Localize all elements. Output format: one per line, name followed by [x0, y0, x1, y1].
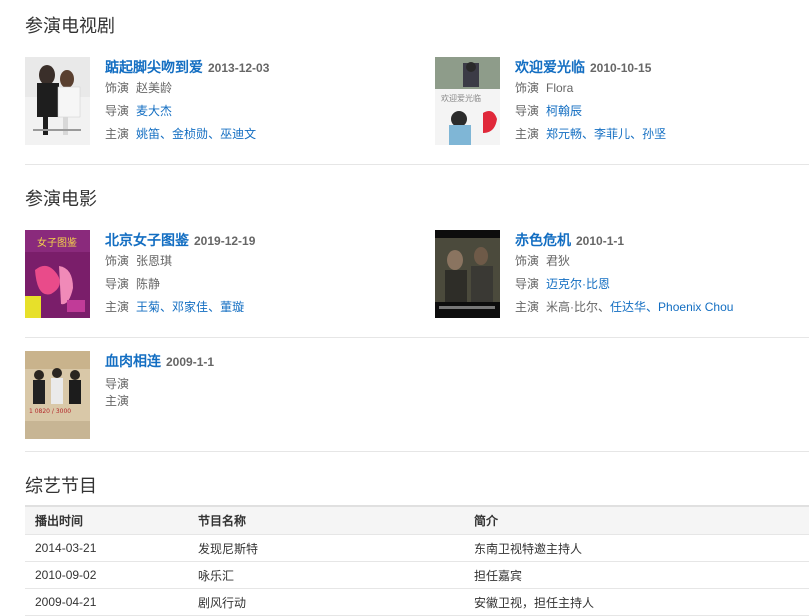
- director-label: 导演: [105, 104, 130, 118]
- tv-date: 2010-10-15: [590, 61, 652, 75]
- table-row: 2014-03-21 发现尼斯特 东南卫视特邀主持人: [25, 534, 809, 562]
- cast-label: 主演: [105, 127, 130, 141]
- cast-label: 主演: [515, 127, 540, 141]
- section-divider: [25, 164, 809, 165]
- movie-item: 1 0820 / 3000 血肉相连 2009-1-1 导演 主演: [25, 351, 415, 441]
- movie-date: 2019-12-19: [194, 234, 256, 248]
- tv-poster[interactable]: [25, 57, 90, 145]
- cast-label: 主演: [105, 300, 130, 314]
- table-header-row: 播出时间 节目名称 简介: [25, 505, 809, 535]
- item-divider: [25, 337, 809, 338]
- cast-label: 主演: [105, 394, 130, 408]
- cast-link[interactable]: 金桢勋: [172, 127, 208, 141]
- cast-link[interactable]: 李菲儿: [594, 127, 630, 141]
- cast-link[interactable]: 巫迪文: [220, 127, 256, 141]
- description-cell: 东南卫视特邀主持人: [464, 534, 809, 562]
- program-name-cell: 发现尼斯特: [188, 534, 464, 562]
- tv-poster[interactable]: 欢迎爱光临: [435, 57, 500, 145]
- role-label: 饰演: [105, 254, 130, 268]
- role-label: 饰演: [515, 81, 540, 95]
- director-link[interactable]: 迈克尔·比恩: [546, 277, 610, 291]
- movie-poster[interactable]: 女子图鉴: [25, 230, 90, 318]
- column-header: 简介: [464, 505, 809, 535]
- cast-link[interactable]: 郑元畅: [546, 127, 582, 141]
- description-cell: 担任嘉宾: [464, 561, 809, 589]
- movie-title-link[interactable]: 北京女子图鉴: [105, 232, 189, 248]
- column-header: 节目名称: [188, 505, 464, 535]
- role-value: 张恩琪: [136, 254, 173, 268]
- movie-item: 女子图鉴 北京女子图鉴 2019-12-19 饰演 张恩琪 导演 陈静 主演 王菊、邓家…: [25, 230, 415, 320]
- movie-date: 2009-1-1: [166, 355, 215, 369]
- director-label: 导演: [105, 377, 130, 391]
- description-cell: 安徽卫视，担任主持人: [464, 588, 809, 616]
- role-label: 饰演: [105, 81, 130, 95]
- tv-item: 踮起脚尖吻到爱 2013-12-03 饰演 赵美龄 导演 麦大杰 主演 姚笛、金桢勋、巫…: [25, 57, 415, 147]
- poster-title-text: 女子图鉴: [37, 236, 77, 249]
- variety-table: 播出时间 节目名称 简介 2014-03-21 发现尼斯特 东南卫视特邀主持人 …: [25, 505, 809, 616]
- role-value: 君狄: [546, 254, 571, 268]
- cast-link[interactable]: 董璇: [220, 300, 244, 314]
- director-value: 陈静: [136, 277, 161, 291]
- movie-poster[interactable]: 1 0820 / 3000: [25, 351, 90, 439]
- movie-item: 赤色危机 2010-1-1 饰演 君狄 导演 迈克尔·比恩 主演 米高·比尔、任达华、P…: [435, 230, 809, 320]
- cast-link[interactable]: 邓家佳: [172, 300, 208, 314]
- program-name-cell: 咏乐汇: [188, 561, 464, 589]
- cast-link[interactable]: 王菊: [136, 300, 160, 314]
- air-date-cell: 2010-09-02: [25, 561, 188, 589]
- director-link[interactable]: 麦大杰: [136, 104, 172, 118]
- role-label: 饰演: [515, 254, 540, 268]
- movie-title-link[interactable]: 血肉相连: [105, 353, 161, 369]
- director-label: 导演: [515, 277, 540, 291]
- tv-title-link[interactable]: 欢迎爱光临: [515, 59, 585, 75]
- poster-title-text: 欢迎爱光临: [441, 93, 481, 103]
- poster-title-text: 1 0820 / 3000: [29, 408, 71, 415]
- movie-title-link[interactable]: 赤色危机: [515, 232, 571, 248]
- cast-link[interactable]: 姚笛: [136, 127, 160, 141]
- cast-link[interactable]: 任达华: [610, 300, 646, 314]
- cast-link[interactable]: 孙坚: [642, 127, 666, 141]
- director-link[interactable]: 柯翰辰: [546, 104, 582, 118]
- cast-link[interactable]: Phoenix Chou: [658, 300, 733, 314]
- program-name-cell: 剧风行动: [188, 588, 464, 616]
- section-divider: [25, 451, 809, 452]
- cast-label: 主演: [515, 300, 540, 314]
- tv-date: 2013-12-03: [208, 61, 270, 75]
- role-value: Flora: [546, 81, 574, 95]
- movie-poster[interactable]: [435, 230, 500, 318]
- movie-section-title: 参演电影: [25, 189, 97, 209]
- role-value: 赵美龄: [136, 81, 173, 95]
- table-row: 2009-04-21 剧风行动 安徽卫视，担任主持人: [25, 588, 809, 616]
- tv-title-link[interactable]: 踮起脚尖吻到爱: [105, 59, 203, 75]
- variety-section-title: 综艺节目: [25, 476, 97, 496]
- column-header: 播出时间: [25, 505, 188, 535]
- cast-value: 米高·比尔、: [546, 300, 611, 314]
- air-date-cell: 2009-04-21: [25, 588, 188, 616]
- table-row: 2010-09-02 咏乐汇 担任嘉宾: [25, 561, 809, 589]
- tv-item: 欢迎爱光临 欢迎爱光临 2010-10-15 饰演 Flora 导演 柯翰辰 主演 郑元…: [435, 57, 809, 147]
- director-label: 导演: [515, 104, 540, 118]
- tv-section-title: 参演电视剧: [25, 16, 115, 36]
- air-date-cell: 2014-03-21: [25, 534, 188, 562]
- movie-date: 2010-1-1: [576, 234, 625, 248]
- director-label: 导演: [105, 277, 130, 291]
